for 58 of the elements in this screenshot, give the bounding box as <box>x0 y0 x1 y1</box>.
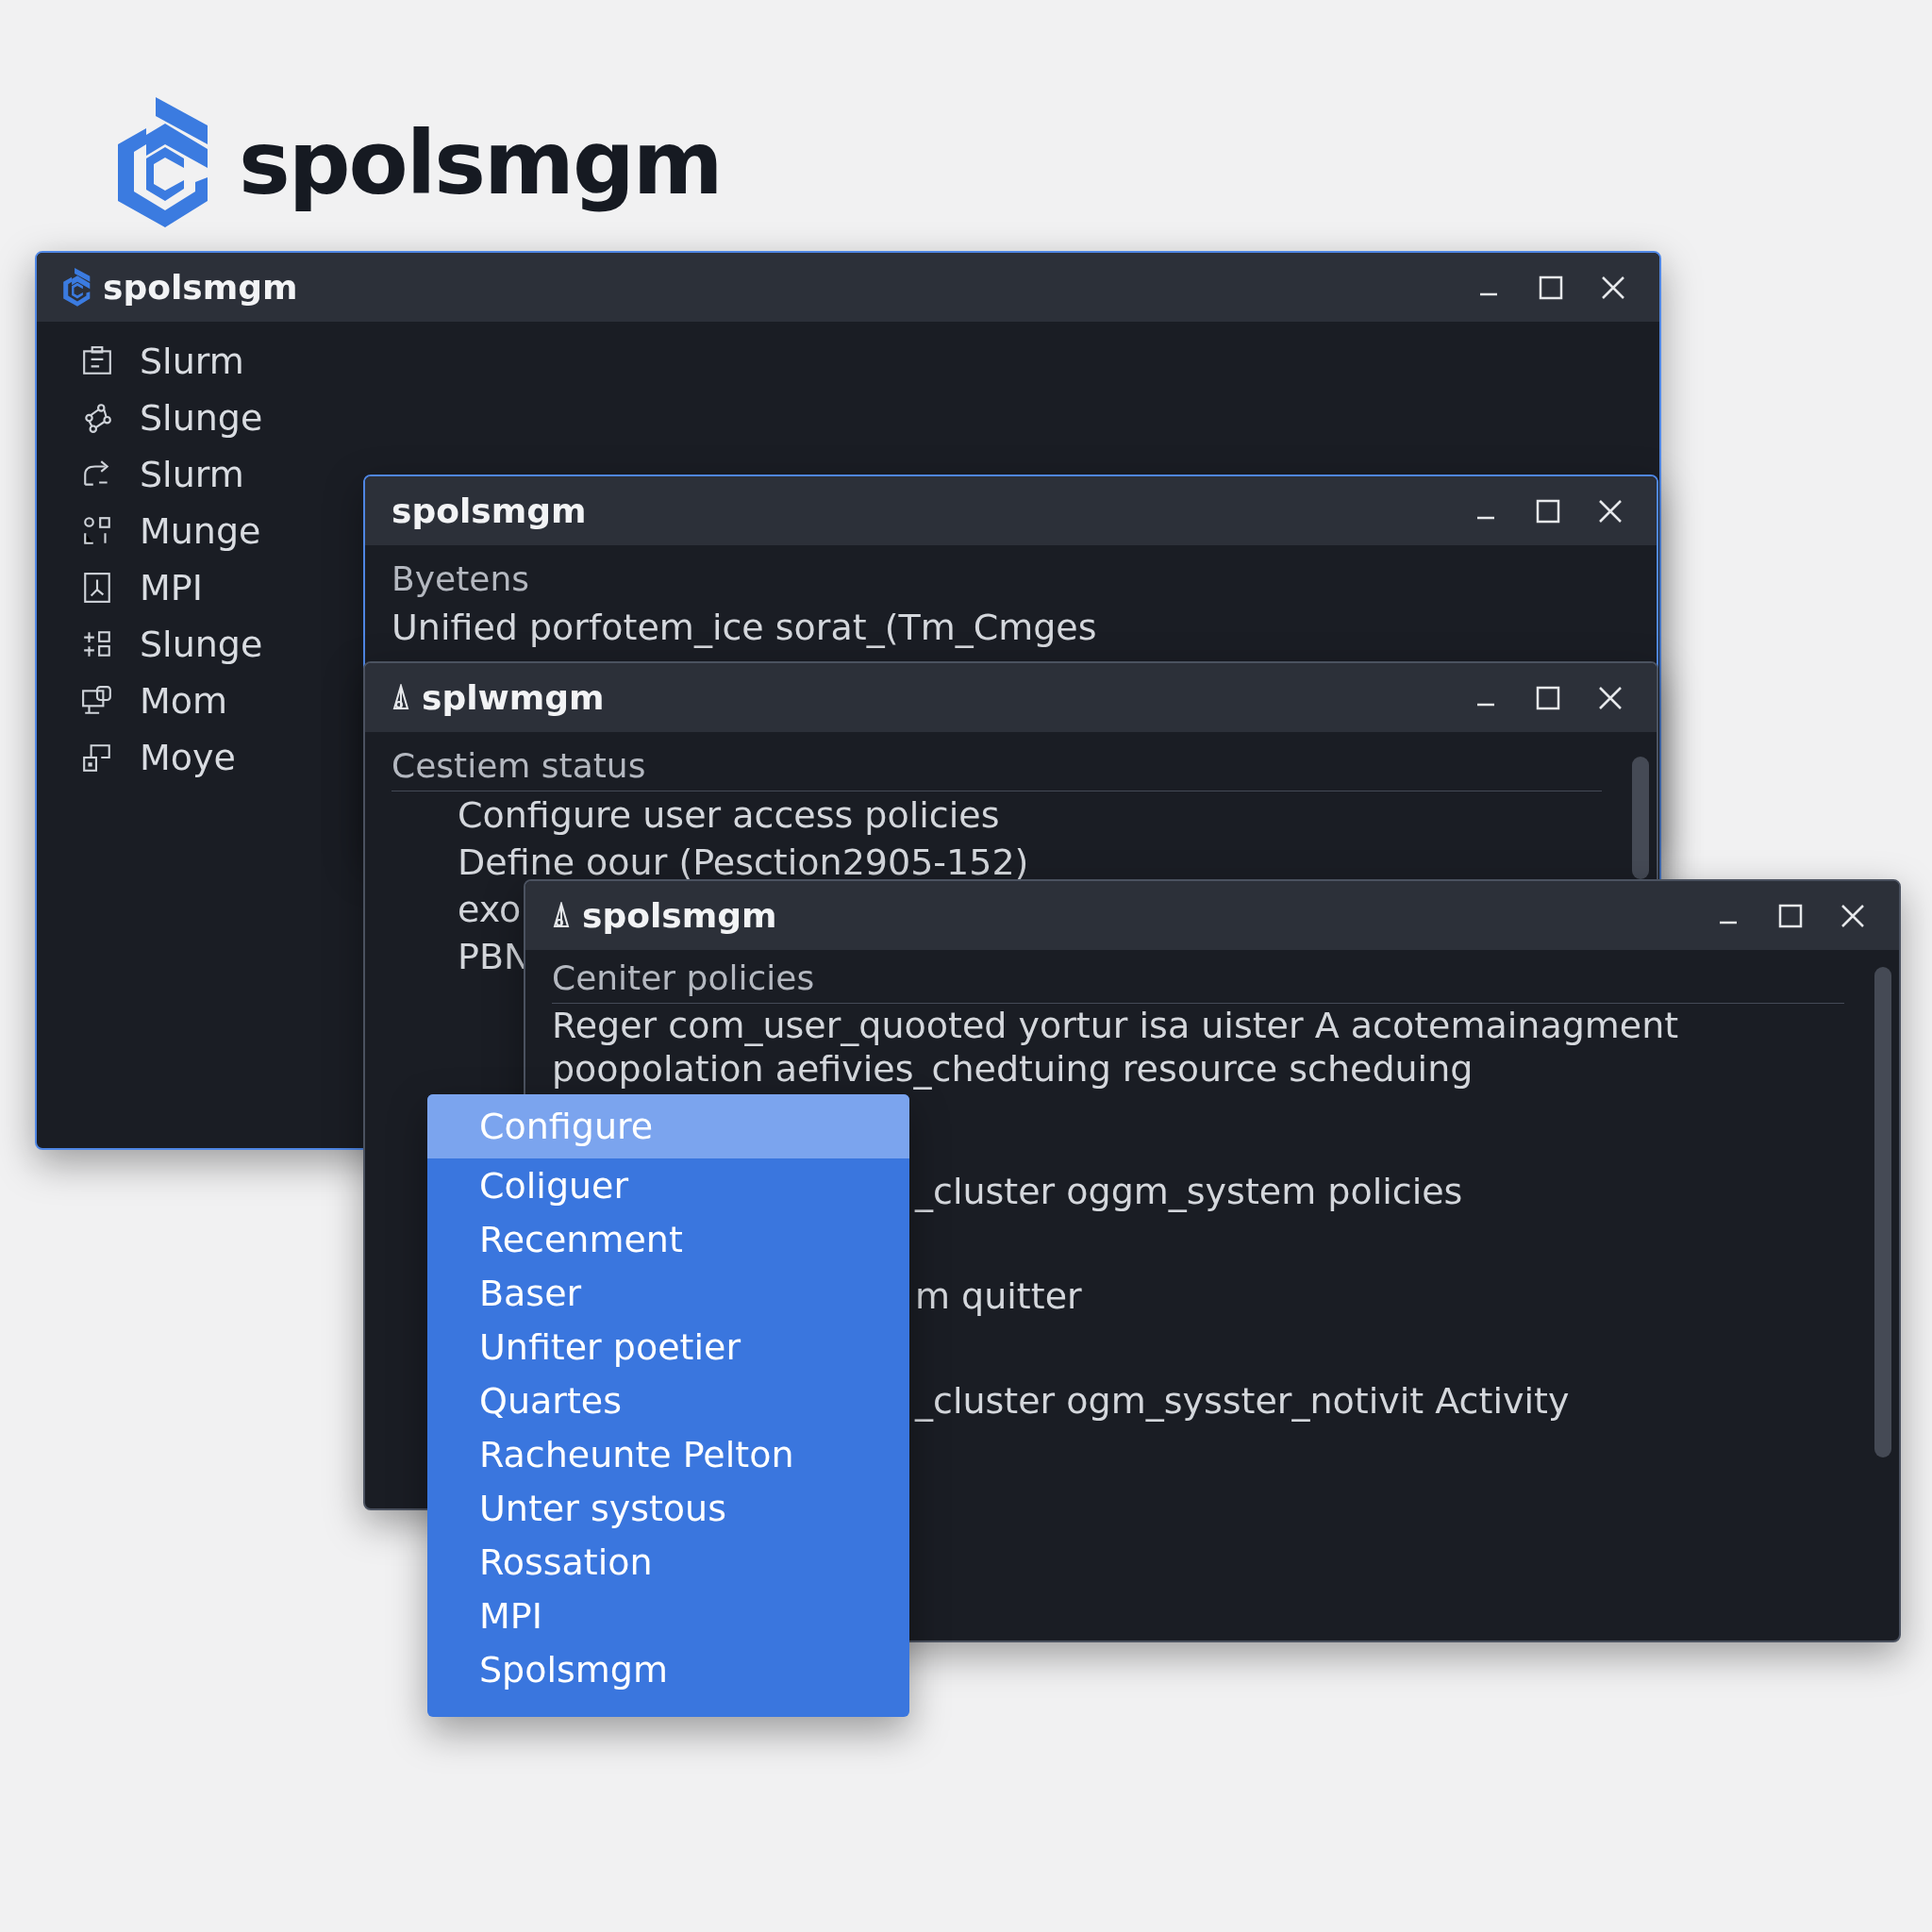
scrollbar[interactable] <box>1632 757 1649 879</box>
list-text: Configure user access policies <box>458 793 1000 838</box>
policy-text: _cluster oggm_system policies <box>915 1170 1463 1214</box>
sidebar-item[interactable]: Slunge <box>81 616 263 673</box>
sidebar-item[interactable]: Munge <box>81 503 261 559</box>
menu-item[interactable]: Racheunte Pelton <box>427 1427 909 1481</box>
window-title: spolsmgm <box>391 491 587 530</box>
minimize-icon <box>1475 515 1496 520</box>
minimize-icon <box>1475 702 1496 707</box>
close-icon <box>1600 274 1626 301</box>
grid-icon <box>81 515 113 547</box>
policy-text: poopolation aefivies_chedtuing resource scheduing <box>552 1047 1474 1091</box>
menu-item[interactable]: Configure <box>427 1094 909 1158</box>
menu-item[interactable]: MPI <box>427 1589 909 1642</box>
document-icon <box>81 572 113 604</box>
close-icon <box>1597 684 1624 711</box>
sidebar-item[interactable]: Moye <box>81 729 236 786</box>
list-text: exo <box>458 888 522 932</box>
section-heading: Ceniter policies <box>552 954 1844 1004</box>
menu-item[interactable]: Unter systous <box>427 1481 909 1535</box>
clipboard-icon <box>81 345 113 377</box>
section-heading: Cestiem status <box>391 741 1602 791</box>
monitor-icon <box>81 685 113 717</box>
scrollbar[interactable] <box>1874 967 1891 1457</box>
minimize-icon <box>1478 291 1499 296</box>
maximize-icon <box>1777 902 1804 929</box>
list-text: Define oour (Pesction2905-152) <box>458 841 1029 885</box>
policy-text: _cluster ogm_sysster_notivit Activity <box>915 1379 1570 1424</box>
menu-item[interactable]: Unfiter poetier <box>427 1320 909 1374</box>
policy-text: m quitter <box>915 1274 1082 1319</box>
window-title: spolsmgm <box>582 896 777 935</box>
window-title: splᴡmgm <box>422 678 605 717</box>
menu-item[interactable]: Recenment <box>427 1212 909 1266</box>
maximize-icon <box>1535 684 1561 711</box>
sidebar-item[interactable]: Slurm <box>81 333 244 390</box>
sidebar-item[interactable]: Slunge <box>81 390 263 446</box>
maximize-icon <box>1538 274 1564 301</box>
logo-text: spolsmgm <box>239 112 722 217</box>
window-title: spolsmgm <box>103 268 298 307</box>
menu-item[interactable]: Coliguer <box>427 1158 909 1212</box>
close-icon <box>1840 902 1866 929</box>
menu-item[interactable]: Quartes <box>427 1374 909 1427</box>
triangle-icon <box>391 683 410 712</box>
menu-item[interactable]: Spolsmgm <box>427 1642 909 1696</box>
section-heading: Byetens <box>391 558 530 600</box>
minimize-icon <box>1718 920 1739 924</box>
sidebar-item[interactable]: MPI <box>81 559 203 616</box>
policy-text: Reger com_user_quooted yortur isa uister A acotemainagment <box>552 1004 1679 1047</box>
windows-icon <box>81 741 113 774</box>
close-icon <box>1597 497 1624 525</box>
description-text: Unified porfotem_ice sorat_(Tm_Cmges <box>391 606 1097 650</box>
maximize-icon <box>1535 497 1561 525</box>
menu-item[interactable]: Baser <box>427 1266 909 1320</box>
sidebar-item[interactable]: Slurm <box>81 446 244 503</box>
logo-icon <box>63 267 92 308</box>
sidebar-item[interactable]: Mom <box>81 673 228 729</box>
triangle-icon <box>552 901 571 930</box>
menu-item[interactable]: Rossation <box>427 1535 909 1589</box>
